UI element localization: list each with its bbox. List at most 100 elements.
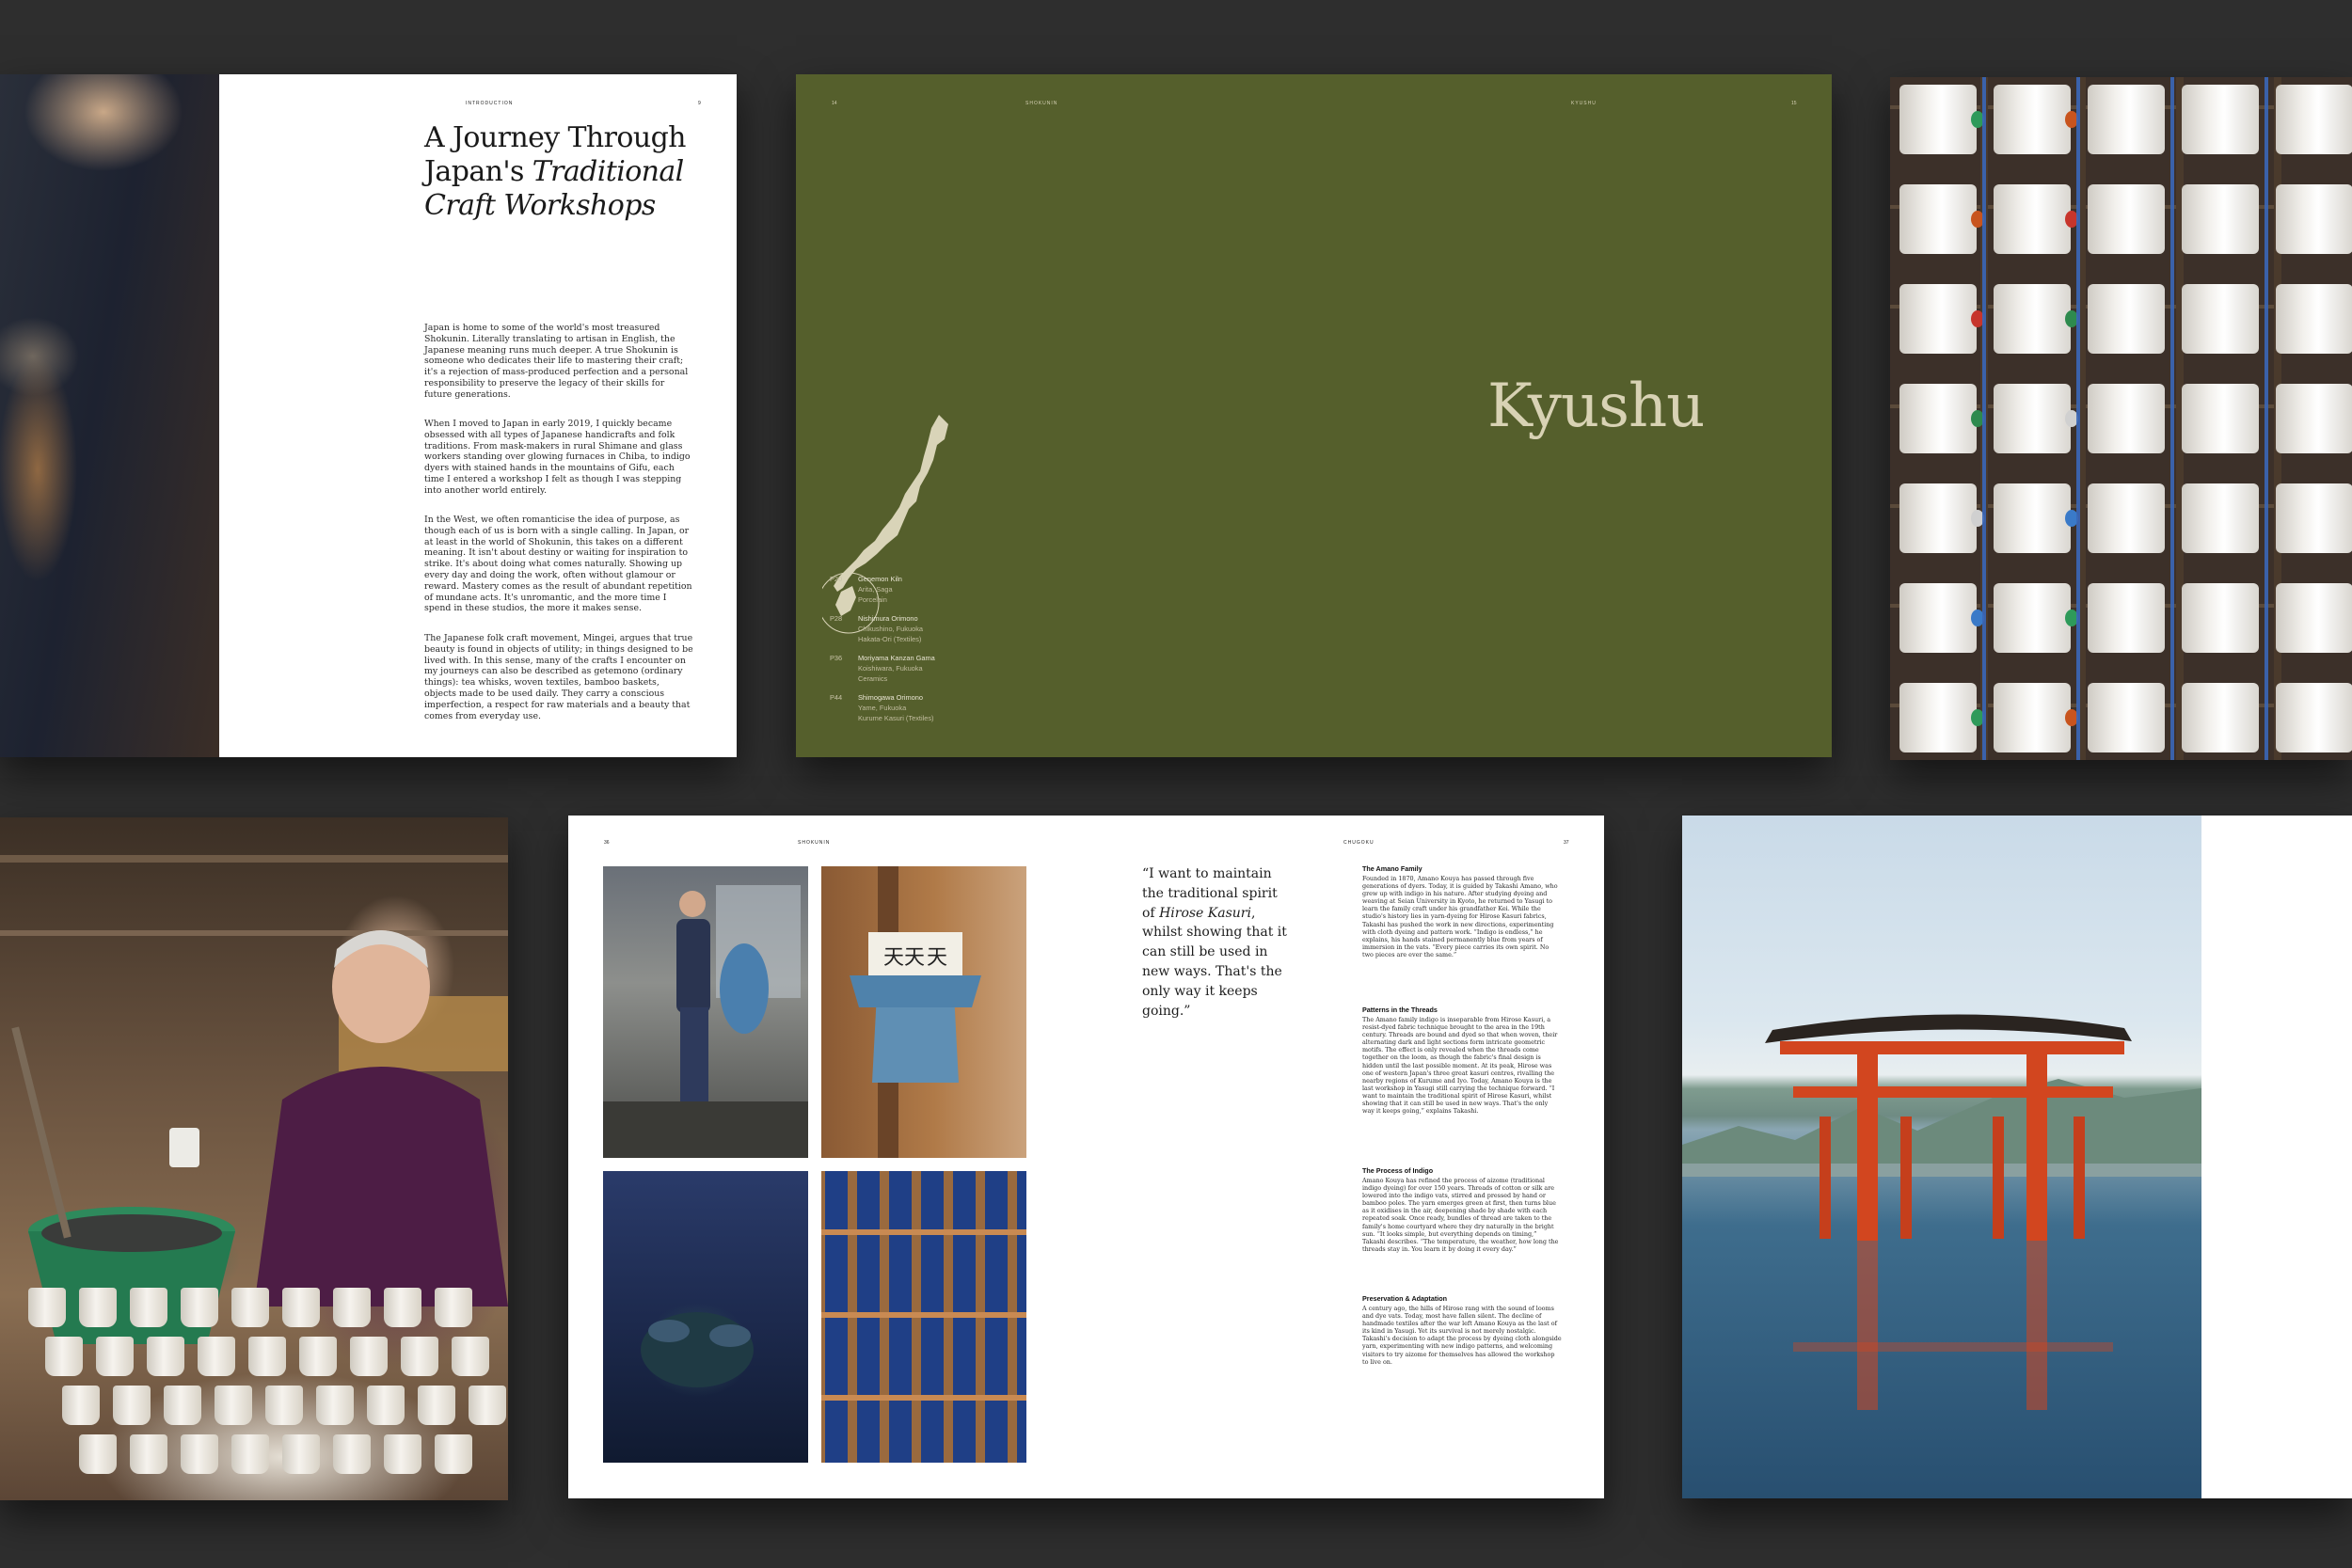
- ceramic-cup: [469, 1386, 506, 1425]
- torii-pillar-right: [2026, 1053, 2047, 1241]
- thread-spool: [1899, 384, 1977, 453]
- torii-support-right-1: [1993, 1117, 2004, 1239]
- section-heading: The Amano Family: [1362, 864, 1422, 873]
- torii-nuki: [1793, 1086, 2113, 1098]
- noren-kanji: 天: [904, 946, 925, 970]
- kimono-figure: 天 天 天: [850, 866, 981, 1158]
- thread-spool: [1899, 483, 1977, 553]
- thread-spool: [2088, 483, 2165, 553]
- running-head-left: SHOKUNIN: [1025, 101, 1058, 106]
- ceramic-cup: [299, 1337, 337, 1376]
- toc-page: P44: [830, 693, 843, 702]
- running-head-right: KYUSHU: [1571, 101, 1597, 106]
- torii-top-beam: [1765, 1014, 2132, 1043]
- thread-spool: [1994, 683, 2071, 752]
- bobbin-rail: [821, 1312, 1026, 1318]
- article-section: The Amano Family Founded in 1870, Amano …: [1362, 864, 1562, 958]
- torii-support-right-2: [2074, 1117, 2085, 1239]
- blank-facing-page: [2201, 816, 2352, 1498]
- toc-name: Moriyama Kanzan Gama: [858, 654, 935, 662]
- quote-emphasis: Hirose Kasuri: [1159, 905, 1251, 921]
- torii-photo-area: [1682, 816, 2201, 1498]
- blue-thread-bar: [2076, 77, 2080, 760]
- thread-spool: [1994, 483, 2071, 553]
- ceramic-cup: [231, 1434, 269, 1474]
- ceramic-cup: [435, 1288, 472, 1327]
- thread-spool: [2088, 85, 2165, 154]
- ceramic-cup: [418, 1386, 455, 1425]
- ceramic-cup: [215, 1386, 252, 1425]
- running-head-right: CHUGOKU: [1343, 840, 1375, 846]
- shoreline: [1682, 1164, 2201, 1177]
- running-head: INTRODUCTION: [466, 101, 514, 106]
- toc-location: Arita, Saga: [858, 585, 893, 594]
- thread-spool: [2276, 284, 2352, 354]
- kimono-sleeves: [850, 975, 981, 1007]
- ceramic-cup: [333, 1434, 371, 1474]
- section-heading: Preservation & Adaptation: [1362, 1294, 1447, 1303]
- page-number-right: 15: [1791, 101, 1797, 106]
- section-body: Founded in 1870, Amano Kouya has passed …: [1362, 875, 1558, 958]
- ceramic-cup: [265, 1386, 303, 1425]
- vat-floor: [603, 1101, 808, 1158]
- indigo-cloth: [720, 943, 769, 1034]
- toc-location: Yame, Fukuoka: [858, 704, 907, 712]
- spread-chugoku: 36 SHOKUNIN CHUGOKU 37 天 天 天 “I want to …: [568, 816, 1604, 1498]
- section-heading: Patterns in the Threads: [1362, 1006, 1438, 1014]
- torii-pillar-left: [1857, 1053, 1878, 1241]
- intro-paragraph: In the West, we often romanticise the id…: [424, 515, 692, 614]
- held-cup: [169, 1128, 199, 1167]
- ceramic-cup: [401, 1337, 438, 1376]
- toc-name: Nishimura Orimono: [858, 614, 918, 623]
- thread-spool: [1899, 184, 1977, 254]
- shelf-middle: [0, 930, 508, 936]
- ceramic-cup: [130, 1434, 167, 1474]
- ceramic-cup: [435, 1434, 472, 1474]
- ceramic-cup: [130, 1288, 167, 1327]
- toc-category: Ceramics: [858, 674, 888, 683]
- hand-left: [648, 1320, 690, 1342]
- ceramic-cup: [79, 1288, 117, 1327]
- running-head-left: SHOKUNIN: [798, 840, 831, 846]
- blue-thread-bar: [1982, 77, 1986, 760]
- thread-spool: [2088, 683, 2165, 752]
- thread-spool: [2088, 284, 2165, 354]
- ceramic-cup: [350, 1337, 388, 1376]
- toc-category: Hakata-Ori (Textiles): [858, 635, 922, 643]
- photo-craftsman-hands: [0, 74, 219, 757]
- thread-spool: [1899, 85, 1977, 154]
- thread-spool: [1994, 384, 2071, 453]
- potter-shirt: [254, 1067, 508, 1307]
- thread-spool: [2276, 583, 2352, 653]
- toc-category: Kurume Kasuri (Textiles): [858, 714, 934, 722]
- photo-hands-in-indigo: [603, 1171, 808, 1463]
- blue-thread-bar: [2265, 77, 2268, 760]
- photo-blue-bobbins: [821, 1171, 1026, 1463]
- japan-map-icon: [822, 415, 948, 634]
- noren-kanji: 天: [927, 946, 947, 970]
- ceramic-cup: [452, 1337, 489, 1376]
- photo-potter-with-cups: [0, 817, 508, 1500]
- noren-kanji: 天: [883, 946, 904, 970]
- title-line-2b: Traditional: [532, 155, 685, 188]
- section-title: Kyushu: [1487, 372, 1705, 441]
- page-number-right: 37: [1564, 840, 1569, 846]
- thread-spool: [2088, 184, 2165, 254]
- thread-spool: [2182, 284, 2259, 354]
- blue-thread-bar: [2170, 77, 2174, 760]
- thread-spool: [2088, 583, 2165, 653]
- page-number: 9: [698, 101, 701, 106]
- pull-quote: “I want to maintain the traditional spir…: [1142, 864, 1293, 1021]
- thread-spool: [2182, 85, 2259, 154]
- intro-paragraph: Japan is home to some of the world's mos…: [424, 323, 689, 400]
- thread-spool: [1994, 85, 2071, 154]
- article-section: The Process of Indigo Amano Kouya has re…: [1362, 1166, 1562, 1253]
- torii-reflection-right: [2026, 1241, 2047, 1410]
- thread-spool: [2182, 583, 2259, 653]
- ceramic-cup: [231, 1288, 269, 1327]
- dyer-legs: [680, 1007, 708, 1111]
- toc-page: P28: [830, 614, 843, 623]
- dyer-figure: [603, 885, 808, 1158]
- thread-spool: [2276, 483, 2352, 553]
- toc-location: Chikushino, Fukuoka: [858, 625, 924, 633]
